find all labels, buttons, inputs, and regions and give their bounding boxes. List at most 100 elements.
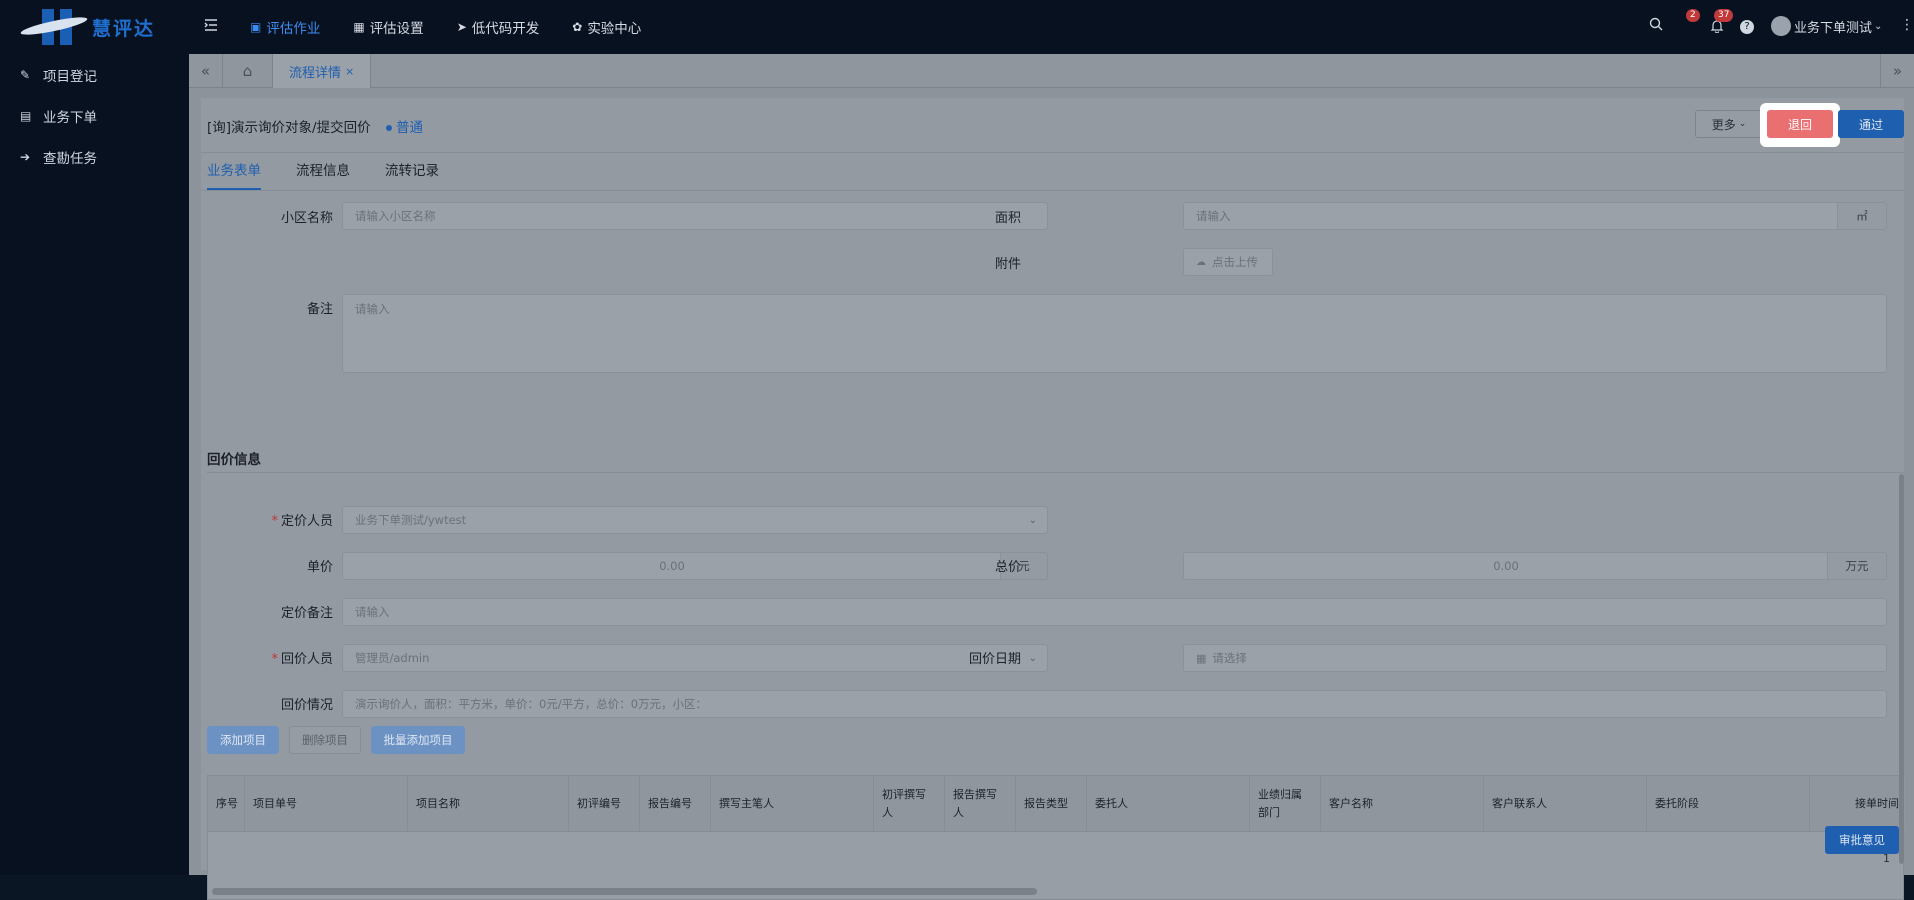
nav-item-assessment[interactable]: ▣ 评估作业 bbox=[250, 0, 320, 54]
col-customer-name: 客户名称 bbox=[1321, 776, 1484, 832]
pass-button[interactable]: 通过 bbox=[1838, 110, 1904, 138]
content-panel: [询]演示询价对象/提交回价 普通 更多 ⌄ 退回 通过 业务表单 流程信息 流… bbox=[201, 98, 1905, 900]
remark-placeholder: 请输入 bbox=[355, 302, 390, 316]
unit-price-value: 0.00 bbox=[659, 559, 685, 573]
main-nav: ▣ 评估作业 ▦ 评估设置 ➤ 低代码开发 ✿ 实验中心 bbox=[250, 0, 674, 54]
sidebar: ✎ 项目登记 ▤ 业务下单 ➔ 查勘任务 bbox=[0, 54, 189, 875]
reply-date-label: 回价日期 bbox=[968, 652, 1021, 667]
batch-add-project-button[interactable]: 批量添加项目 bbox=[371, 726, 465, 754]
total-price-input[interactable]: 0.00 bbox=[1183, 552, 1829, 580]
archive-icon: ▣ bbox=[250, 20, 262, 34]
chevron-down-icon: ⌄ bbox=[1028, 515, 1037, 526]
delete-project-button[interactable]: 删除项目 bbox=[289, 726, 361, 754]
edit-icon: ✎ bbox=[20, 67, 31, 82]
community-label: 小区名称 bbox=[280, 211, 333, 226]
col-initial-no: 初评编号 bbox=[569, 776, 640, 832]
more-dots-icon[interactable]: ⋮ bbox=[1900, 17, 1914, 33]
calendar-icon: ▤ bbox=[20, 108, 32, 123]
chevron-down-icon: ⌄ bbox=[1738, 119, 1747, 129]
sidebar-item-order[interactable]: ▤ 业务下单 bbox=[0, 95, 189, 136]
sidebar-item-project-register[interactable]: ✎ 项目登记 bbox=[0, 54, 189, 95]
home-icon[interactable]: ⌂ bbox=[223, 54, 273, 88]
calendar-icon: ▦ bbox=[1196, 651, 1207, 665]
price-remark-label: 定价备注 bbox=[280, 606, 333, 621]
tabs-scroll-left-icon[interactable]: « bbox=[189, 54, 223, 88]
tab-flow-record[interactable]: 流转记录 bbox=[385, 158, 439, 190]
price-remark-input[interactable]: 请输入 bbox=[342, 598, 1887, 626]
project-table: 序号 项目单号 项目名称 初评编号 报告编号 撰写主笔人 初评撰写人 报告撰写人… bbox=[207, 775, 1905, 900]
close-icon[interactable]: × bbox=[345, 65, 354, 78]
section-title: 回价信息 bbox=[207, 452, 261, 468]
top-bar: 慧评达 ▣ 评估作业 ▦ 评估设置 ➤ 低代码开发 ✿ 实验中心 2 37 ? … bbox=[0, 0, 1914, 54]
pricer-select[interactable]: 业务下单测试/ywtest ⌄ bbox=[342, 506, 1048, 534]
sidebar-item-label: 业务下单 bbox=[43, 109, 97, 126]
horizontal-scrollbar[interactable] bbox=[212, 888, 1037, 895]
nav-item-lowcode[interactable]: ➤ 低代码开发 bbox=[457, 0, 540, 54]
more-label: 更多 bbox=[1711, 117, 1736, 132]
col-project-no: 项目单号 bbox=[245, 776, 408, 832]
app-logo[interactable]: 慧评达 bbox=[19, 6, 170, 48]
col-index: 序号 bbox=[208, 776, 245, 832]
nav-item-lab[interactable]: ✿ 实验中心 bbox=[572, 0, 641, 54]
sidebar-item-survey[interactable]: ➔ 查勘任务 bbox=[0, 136, 189, 177]
help-icon[interactable]: ? bbox=[1740, 20, 1754, 34]
more-button[interactable]: 更多 ⌄ bbox=[1695, 110, 1763, 138]
sidebar-item-label: 查勘任务 bbox=[43, 150, 97, 167]
review-opinion-button[interactable]: 审批意见 bbox=[1825, 826, 1899, 854]
reply-status-label: 回价情况 bbox=[280, 698, 333, 713]
col-project-name: 项目名称 bbox=[408, 776, 569, 832]
app-name: 慧评达 bbox=[92, 17, 156, 40]
upload-label: 点击上传 bbox=[1212, 255, 1258, 269]
walk-icon: ➔ bbox=[20, 149, 31, 164]
nav-item-settings[interactable]: ▦ 评估设置 bbox=[353, 0, 423, 54]
user-name: 业务下单测试 bbox=[1794, 20, 1873, 36]
add-project-button[interactable]: 添加项目 bbox=[207, 726, 279, 754]
chevron-down-icon: ⌄ bbox=[1028, 653, 1037, 664]
grid-icon: ▦ bbox=[353, 20, 365, 34]
total-price-unit: 万元 bbox=[1827, 552, 1887, 580]
upload-button[interactable]: ☁ 点击上传 bbox=[1183, 248, 1273, 276]
attachment-label: 附件 bbox=[994, 257, 1021, 272]
nav-label: 低代码开发 bbox=[471, 21, 540, 37]
area-unit: ㎡ bbox=[1837, 202, 1887, 230]
form-tabs: 业务表单 流程信息 流转记录 bbox=[207, 158, 474, 190]
user-menu[interactable]: 业务下单测试 ⌄ bbox=[1771, 16, 1882, 36]
divider bbox=[207, 472, 1904, 473]
col-initial-writer: 初评撰写人 bbox=[874, 776, 945, 832]
main-area: « ⌂ 流程详情 × » [询]演示询价对象/提交回价 普通 更多 ⌄ 退回 通… bbox=[189, 54, 1914, 900]
replier-value: 管理员/admin bbox=[355, 651, 430, 665]
col-stage: 委托阶段 bbox=[1647, 776, 1810, 832]
col-lead-writer: 撰写主笔人 bbox=[711, 776, 874, 832]
col-customer-contact: 客户联系人 bbox=[1484, 776, 1647, 832]
notice-icon[interactable]: 2 bbox=[1686, 9, 1700, 31]
rocket-icon: ➤ bbox=[456, 20, 467, 34]
tab-label: 流程详情 bbox=[289, 65, 342, 81]
tab-business-form[interactable]: 业务表单 bbox=[207, 158, 261, 190]
col-client: 委托人 bbox=[1087, 776, 1250, 832]
tab-flow-detail[interactable]: 流程详情 × bbox=[273, 54, 372, 88]
col-report-writer: 报告撰写人 bbox=[945, 776, 1016, 832]
priority-badge: 普通 bbox=[386, 116, 423, 136]
nav-label: 评估设置 bbox=[369, 21, 424, 37]
tab-bar: « ⌂ 流程详情 × » bbox=[189, 54, 1914, 88]
area-label: 面积 bbox=[994, 211, 1021, 226]
reply-status-input[interactable]: 演示询价人，面积：平方米，单价：0元/平方，总价：0万元，小区： bbox=[342, 690, 1887, 718]
pricer-label: 定价人员 bbox=[241, 510, 333, 529]
avatar bbox=[1771, 16, 1791, 36]
tabs-scroll-right-icon[interactable]: » bbox=[1880, 54, 1914, 88]
divider bbox=[201, 190, 1904, 191]
col-order-time: 接单时间 bbox=[1855, 797, 1899, 810]
pricer-value: 业务下单测试/ywtest bbox=[355, 513, 467, 527]
clover-icon: ✿ bbox=[572, 20, 583, 34]
reply-date-picker[interactable]: ▦ 请选择 bbox=[1183, 644, 1887, 672]
bell-badge: 37 bbox=[1714, 9, 1734, 22]
remark-textarea[interactable]: 请输入 bbox=[342, 294, 1887, 373]
area-input[interactable]: 请输入 bbox=[1183, 202, 1839, 230]
bell-icon[interactable]: 37 bbox=[1710, 9, 1734, 37]
menu-toggle-icon[interactable] bbox=[203, 17, 219, 33]
unit-price-input[interactable]: 0.00 bbox=[342, 552, 1002, 580]
tab-flow-info[interactable]: 流程信息 bbox=[296, 158, 350, 190]
vertical-scrollbar[interactable] bbox=[1899, 474, 1904, 864]
search-icon[interactable] bbox=[1649, 17, 1663, 35]
reject-button[interactable]: 退回 bbox=[1767, 110, 1833, 138]
